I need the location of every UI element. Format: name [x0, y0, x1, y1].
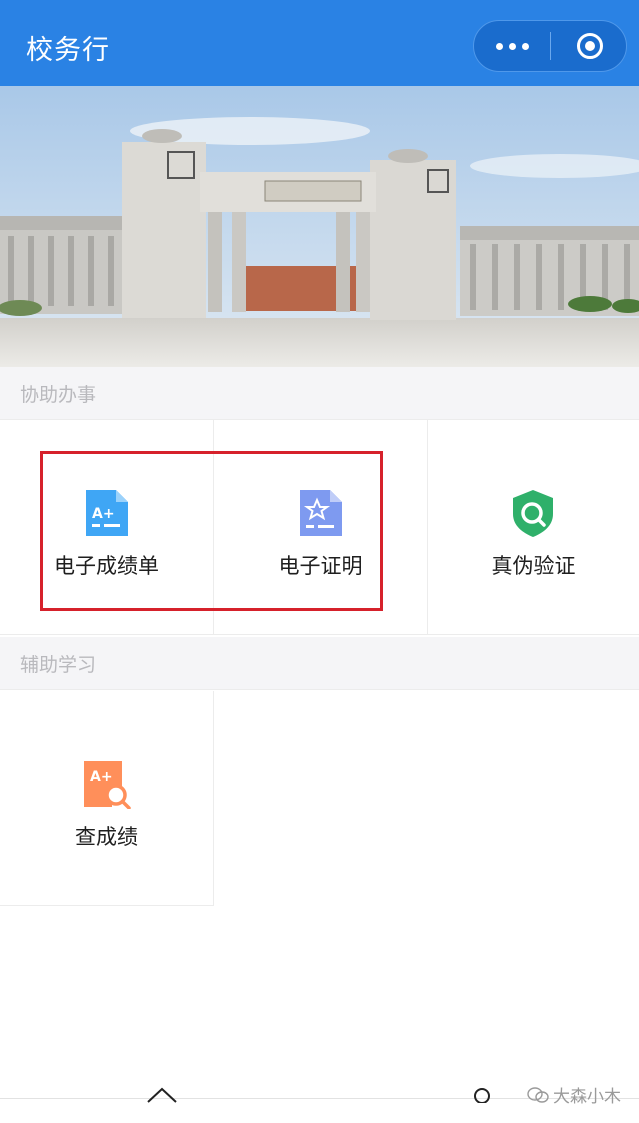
authenticity-check-tile[interactable]: 真伪验证 — [428, 420, 639, 635]
section-header-assist-services: 协助办事 — [0, 367, 639, 420]
watermark: 大森小木 — [527, 1082, 621, 1107]
svg-text:A+: A+ — [90, 769, 113, 785]
capsule-divider — [550, 32, 551, 60]
check-grades-label: 查成绩 — [75, 825, 138, 849]
campus-gate-banner — [0, 86, 639, 367]
authenticity-check-label: 真伪验证 — [491, 554, 576, 578]
certificate-tile[interactable]: 电子证明 — [214, 420, 428, 635]
certificate-label: 电子证明 — [278, 554, 363, 578]
certificate-star-icon — [296, 488, 346, 538]
target-icon[interactable] — [577, 33, 603, 59]
miniprogram-capsule — [473, 20, 627, 72]
section-header-assist-learning: 辅助学习 — [0, 637, 639, 690]
svg-text:A+: A+ — [92, 506, 115, 522]
check-grades-tile[interactable]: A+ 查成绩 — [0, 691, 214, 906]
app-title: 校务行 — [26, 35, 110, 66]
wechat-icon — [527, 1086, 549, 1103]
section-title: 辅助学习 — [20, 654, 97, 676]
more-dots-icon[interactable] — [474, 21, 550, 71]
shield-search-icon — [508, 488, 558, 538]
top-bar: 校务行 — [0, 0, 639, 86]
grade-sheet-icon: A+ — [82, 488, 132, 538]
watermark-text: 大森小木 — [553, 1087, 621, 1107]
grade-sheet-label: 电子成绩单 — [54, 554, 159, 578]
section-title: 协助办事 — [20, 384, 97, 406]
user-icon[interactable] — [472, 1087, 492, 1103]
grade-search-icon: A+ — [82, 759, 132, 810]
grade-sheet-tile[interactable]: A+ 电子成绩单 — [0, 420, 214, 635]
campus-gate-illustration — [0, 86, 639, 367]
home-icon[interactable] — [146, 1085, 178, 1103]
